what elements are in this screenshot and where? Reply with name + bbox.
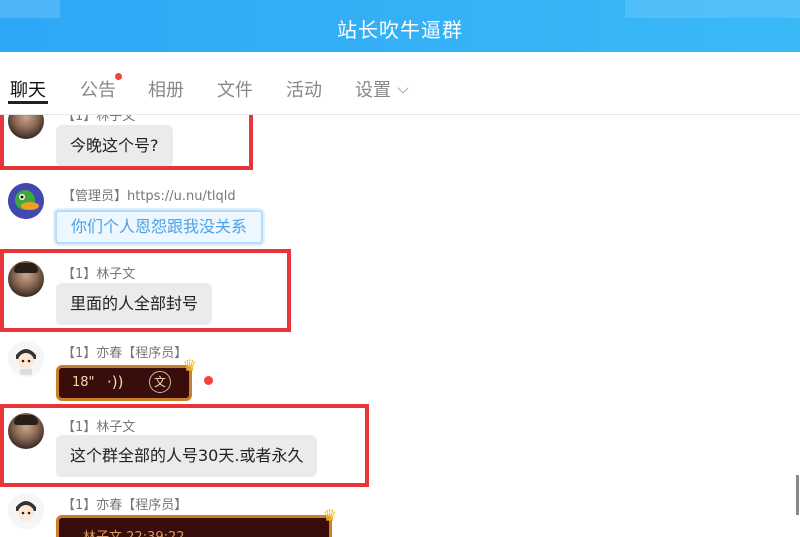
- message-bubble[interactable]: 林子文 22:39:22 ♛: [56, 506, 337, 537]
- avatar[interactable]: [8, 493, 44, 529]
- tab-settings-label: 设置: [355, 80, 391, 101]
- message-sender: 【1】亦春【程序员】: [62, 346, 188, 361]
- crown-icon: ♛: [322, 506, 337, 525]
- highlight-box: [0, 404, 369, 487]
- avatar[interactable]: [8, 183, 44, 219]
- scrollbar-thumb[interactable]: [796, 475, 799, 515]
- tab-settings[interactable]: 设置: [355, 76, 409, 102]
- tab-album[interactable]: 相册: [148, 76, 184, 102]
- chat-message-list[interactable]: 【1】林子文 今晚这个号? 【管理员】https://u.nu/tlqld 你们…: [0, 115, 800, 537]
- cartoon-programmer-avatar-icon: [8, 341, 44, 377]
- avatar[interactable]: [8, 341, 44, 377]
- highlight-box: [0, 249, 291, 332]
- cartoon-programmer-avatar-icon: [8, 493, 44, 529]
- message-sender: 【管理员】https://u.nu/tlqld: [62, 189, 236, 204]
- message-bubble[interactable]: 你们个人恩怨跟我没关系: [55, 210, 264, 244]
- chevron-down-icon: [397, 82, 409, 94]
- tab-announcement[interactable]: 公告: [80, 76, 116, 102]
- announcement-unread-dot: [115, 73, 122, 80]
- voice-duration: 18": [72, 375, 95, 390]
- tab-bar: 聊天 公告 相册 文件 活动 设置: [0, 52, 800, 115]
- message-sender: 【1】亦春【程序员】: [62, 498, 188, 513]
- duck-avatar-icon: [8, 183, 44, 219]
- voice-wave-icon: ·)): [107, 373, 124, 391]
- voice-unplayed-dot: [204, 376, 213, 385]
- crown-icon: ♛: [182, 356, 197, 375]
- window-header: 站长吹牛逼群: [0, 0, 800, 52]
- tab-chat[interactable]: 聊天: [10, 76, 46, 102]
- active-tab-underline: [8, 101, 48, 104]
- tab-activities[interactable]: 活动: [286, 76, 322, 102]
- translate-icon[interactable]: 文: [149, 371, 171, 393]
- quoted-text: 林子文 22:39:22: [83, 526, 185, 537]
- tab-files[interactable]: 文件: [217, 76, 253, 102]
- group-title: 站长吹牛逼群: [337, 18, 463, 42]
- highlight-box: [0, 115, 253, 170]
- voice-message-bubble[interactable]: 18" ·)) 文 ♛: [56, 356, 197, 401]
